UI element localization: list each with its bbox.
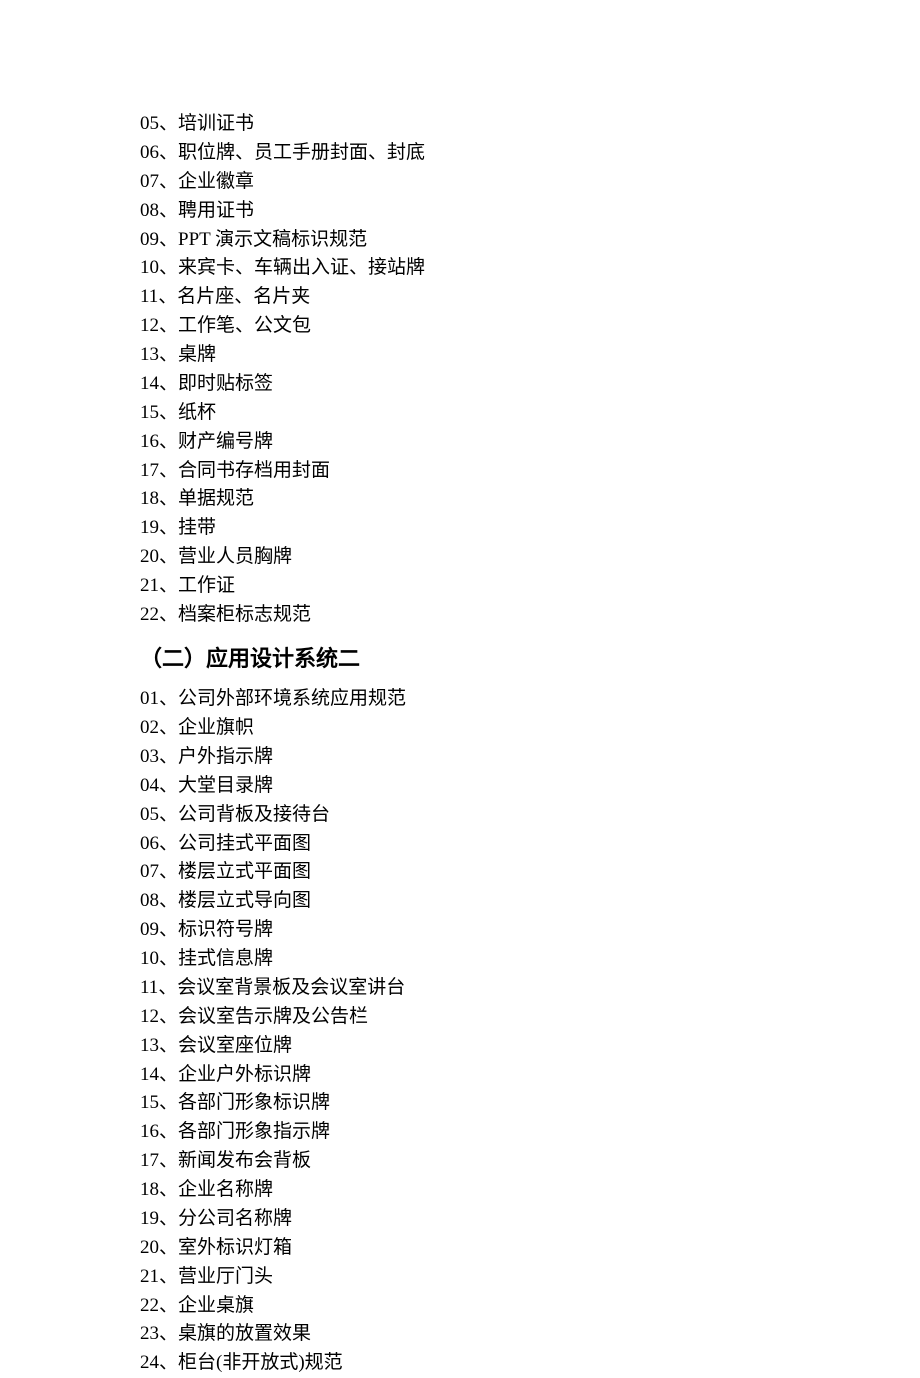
- list-item: 20、室外标识灯箱: [140, 1234, 920, 1263]
- list-item: 18、单据规范: [140, 485, 920, 514]
- list-item: 05、培训证书: [140, 110, 920, 139]
- list-item: 12、工作笔、公文包: [140, 312, 920, 341]
- list-item: 04、大堂目录牌: [140, 772, 920, 801]
- list-item: 24、柜台(非开放式)规范: [140, 1349, 920, 1378]
- section-2-heading: （二）应用设计系统二: [140, 642, 920, 675]
- list-item: 22、档案柜标志规范: [140, 601, 920, 630]
- list-item: 10、挂式信息牌: [140, 945, 920, 974]
- list-item: 15、纸杯: [140, 399, 920, 428]
- list-item: 14、企业户外标识牌: [140, 1061, 920, 1090]
- list-item: 21、营业厅门头: [140, 1263, 920, 1292]
- list-item: 06、职位牌、员工手册封面、封底: [140, 139, 920, 168]
- list-item: 11、会议室背景板及会议室讲台: [140, 974, 920, 1003]
- list-item: 12、会议室告示牌及公告栏: [140, 1003, 920, 1032]
- document-page: 05、培训证书 06、职位牌、员工手册封面、封底 07、企业徽章 08、聘用证书…: [140, 110, 920, 1378]
- list-item: 19、分公司名称牌: [140, 1205, 920, 1234]
- list-item: 17、合同书存档用封面: [140, 457, 920, 486]
- list-item: 14、即时贴标签: [140, 370, 920, 399]
- list-item: 02、企业旗帜: [140, 714, 920, 743]
- list-item: 10、来宾卡、车辆出入证、接站牌: [140, 254, 920, 283]
- list-item: 08、聘用证书: [140, 197, 920, 226]
- list-item: 16、财产编号牌: [140, 428, 920, 457]
- list-item: 06、公司挂式平面图: [140, 830, 920, 859]
- list-item: 09、PPT 演示文稿标识规范: [140, 226, 920, 255]
- list-item: 09、标识符号牌: [140, 916, 920, 945]
- list-item: 07、企业徽章: [140, 168, 920, 197]
- list-item: 17、新闻发布会背板: [140, 1147, 920, 1176]
- list-item: 13、桌牌: [140, 341, 920, 370]
- list-item: 19、挂带: [140, 514, 920, 543]
- list-item: 16、各部门形象指示牌: [140, 1118, 920, 1147]
- list-item: 05、公司背板及接待台: [140, 801, 920, 830]
- list-item: 21、工作证: [140, 572, 920, 601]
- list-item: 01、公司外部环境系统应用规范: [140, 685, 920, 714]
- list-item: 22、企业桌旗: [140, 1292, 920, 1321]
- list-item: 20、营业人员胸牌: [140, 543, 920, 572]
- section-2-list: 01、公司外部环境系统应用规范 02、企业旗帜 03、户外指示牌 04、大堂目录…: [140, 685, 920, 1378]
- list-item: 07、楼层立式平面图: [140, 858, 920, 887]
- list-item: 08、楼层立式导向图: [140, 887, 920, 916]
- list-item: 15、各部门形象标识牌: [140, 1089, 920, 1118]
- list-item: 03、户外指示牌: [140, 743, 920, 772]
- section-1-list: 05、培训证书 06、职位牌、员工手册封面、封底 07、企业徽章 08、聘用证书…: [140, 110, 920, 630]
- list-item: 11、名片座、名片夹: [140, 283, 920, 312]
- list-item: 23、桌旗的放置效果: [140, 1320, 920, 1349]
- list-item: 13、会议室座位牌: [140, 1032, 920, 1061]
- list-item: 18、企业名称牌: [140, 1176, 920, 1205]
